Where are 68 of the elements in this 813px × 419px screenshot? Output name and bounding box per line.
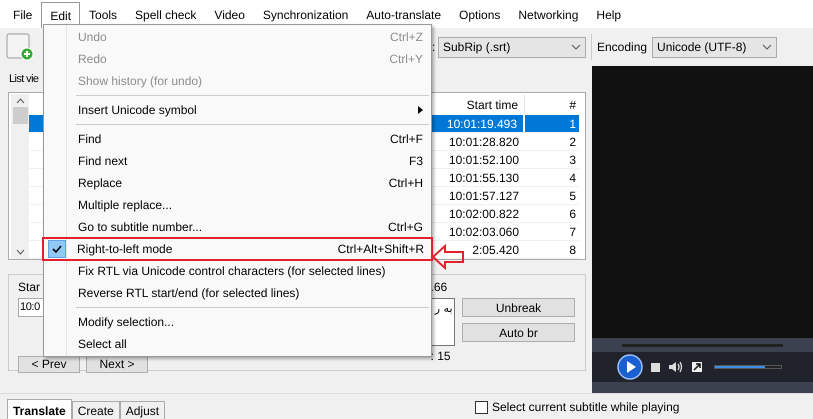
menu-item[interactable]: Reverse RTL start/end (for selected lines) xyxy=(44,282,431,304)
table-cell-text: 10:02:00.822 xyxy=(448,206,519,222)
encoding-label: Encoding xyxy=(597,39,648,56)
menu-bar-item[interactable]: Tools xyxy=(80,2,126,28)
column-header[interactable]: # xyxy=(525,94,579,115)
previous-button[interactable]: < Prev xyxy=(18,356,80,372)
menu-item[interactable]: Find next F3 xyxy=(44,150,431,172)
dropdown-caret-icon xyxy=(571,44,581,50)
scroll-thumb[interactable] xyxy=(12,107,28,124)
encoding-dropdown[interactable]: Unicode (UTF-8) xyxy=(652,36,778,58)
menu-bar-item[interactable]: Video xyxy=(205,2,254,28)
text-action-button[interactable]: Unbreak xyxy=(462,298,575,317)
subtitle-text-field[interactable]: به ر xyxy=(430,298,455,346)
table-cell-text: 2 xyxy=(568,134,577,150)
table-cell-text: 10:01:55.130 xyxy=(448,170,519,186)
menu-item[interactable]: Multiple replace... xyxy=(44,194,431,216)
table-cell-text: 4 xyxy=(568,170,577,186)
menu-item[interactable]: Find Ctrl+F xyxy=(44,128,431,150)
menu-bar-item[interactable]: Synchronization xyxy=(254,2,358,28)
menu-bar-item[interactable]: Auto-translate xyxy=(357,2,450,28)
text-action-button[interactable]: Auto br xyxy=(462,323,575,342)
new-file-icon[interactable] xyxy=(6,33,34,61)
dropdown-caret-icon xyxy=(762,44,772,50)
table-cell-text: 10:01:57.127 xyxy=(448,188,519,204)
play-icon[interactable] xyxy=(617,354,643,380)
menu-bar-item[interactable]: Spell check xyxy=(126,2,206,28)
stop-icon[interactable] xyxy=(651,362,660,372)
annotation-arrow xyxy=(431,244,465,270)
menu-item[interactable]: Fix RTL via Unicode control characters (for selected lines) xyxy=(44,260,431,282)
table-cell-text: 7 xyxy=(568,224,577,240)
table-cell-text: 1 xyxy=(568,116,577,132)
scroll-down-icon[interactable] xyxy=(16,249,24,255)
checkbox-label: Select current subtitle while playing xyxy=(492,399,680,416)
duration-value: .66 xyxy=(430,279,448,296)
menu-item[interactable]: Right-to-left mode Ctrl+Alt+Shift+R xyxy=(43,238,432,260)
volume-icon[interactable] xyxy=(668,361,684,373)
menu-item[interactable]: Insert Unicode symbol xyxy=(44,99,431,121)
start-label: Star xyxy=(18,279,40,296)
table-cell-text: 10:02:03.060 xyxy=(448,224,519,240)
menu-item[interactable]: Go to subtitle number... Ctrl+G xyxy=(44,216,431,238)
table-cell-text: 10:01:52.100 xyxy=(448,152,519,168)
menu-bar-item[interactable]: Networking xyxy=(509,2,588,28)
list-view-label: List vie xyxy=(9,72,38,87)
table-cell-text: 6 xyxy=(568,206,577,222)
scrollbar[interactable] xyxy=(11,94,29,259)
table-cell-text: 2:05.420 xyxy=(472,242,519,258)
volume-slider[interactable] xyxy=(714,365,782,369)
table-cell-text: 3 xyxy=(568,152,577,168)
format-dropdown[interactable]: SubRip (.srt) xyxy=(438,36,586,58)
table-cell-text: 10:01:19.493 xyxy=(446,116,517,132)
tab[interactable]: Translate xyxy=(7,399,72,419)
fullscreen-icon[interactable] xyxy=(692,362,702,372)
menu-item[interactable]: Replace Ctrl+H xyxy=(44,172,431,194)
menu-bar-item[interactable]: Help xyxy=(587,2,630,28)
menu-bar-item[interactable]: File xyxy=(4,2,42,28)
tab[interactable]: Adjust xyxy=(120,401,166,419)
checkmark-icon xyxy=(48,240,66,258)
checkbox[interactable] xyxy=(475,400,488,414)
tab[interactable]: Create xyxy=(72,401,120,419)
menu-item[interactable]: Select all xyxy=(44,333,431,355)
format-label: : xyxy=(432,39,436,56)
table-cell-text: 8 xyxy=(568,242,577,258)
scroll-up-icon[interactable] xyxy=(16,98,24,104)
table-cell-text: 5 xyxy=(568,188,577,204)
menu-bar-item[interactable]: Options xyxy=(450,2,510,28)
table-cell-text: 10:01:28.820 xyxy=(448,134,519,150)
menu-item[interactable]: Modify selection... xyxy=(44,311,431,333)
submenu-arrow-icon xyxy=(418,106,423,114)
